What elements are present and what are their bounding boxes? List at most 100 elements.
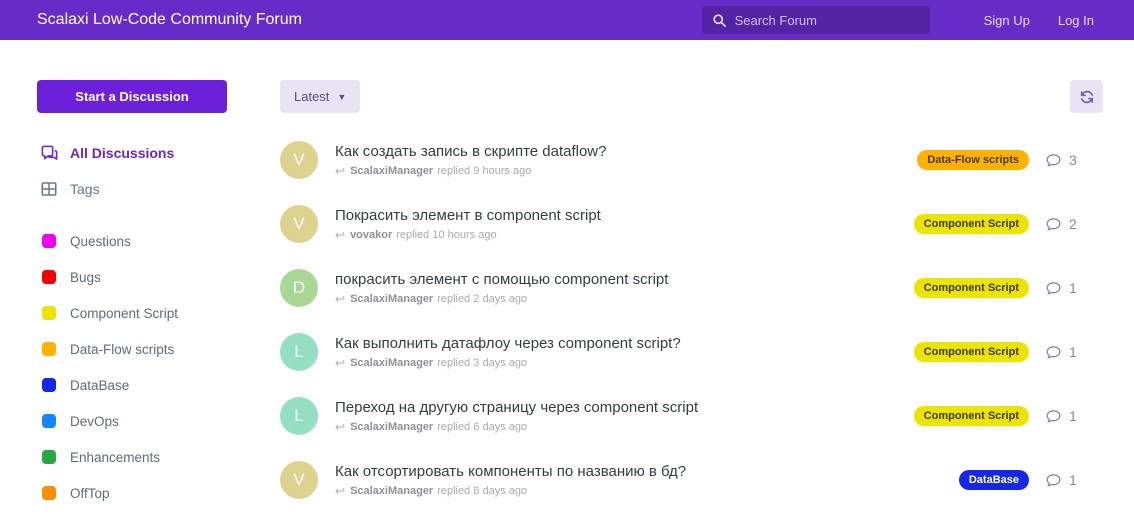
comment-count: 1 <box>1045 280 1103 297</box>
reply-icon: ↩ <box>335 484 345 498</box>
badge-column: Data-Flow scripts <box>917 150 1029 170</box>
comment-icon <box>1045 472 1062 489</box>
sidebar-tag-devops[interactable]: DevOps <box>37 403 280 439</box>
login-link[interactable]: Log In <box>1058 13 1094 28</box>
search-box[interactable] <box>702 6 930 34</box>
discussion-title[interactable]: Как отсортировать компоненты по названию… <box>335 463 959 480</box>
discussion-summary: Покрасить элемент в component script ↩ v… <box>335 207 914 242</box>
reply-icon: ↩ <box>335 420 345 434</box>
tag-color-swatch <box>42 270 56 284</box>
last-reply-author: ScalaxiManager <box>350 293 433 305</box>
last-reply-author: ScalaxiManager <box>350 421 433 433</box>
discussion-title[interactable]: Переход на другую страницу через compone… <box>335 399 914 416</box>
reply-icon: ↩ <box>335 292 345 306</box>
refresh-button[interactable] <box>1070 80 1103 113</box>
comment-icon <box>1045 408 1062 425</box>
tag-badge[interactable]: DataBase <box>959 470 1029 490</box>
search-input[interactable] <box>735 13 920 28</box>
badge-column: DataBase <box>959 470 1029 490</box>
discussion-row[interactable]: L Как выполнить датафлоу через component… <box>280 320 1103 384</box>
reply-icon: ↩ <box>335 164 345 178</box>
avatar: L <box>280 333 318 371</box>
last-reply-time: replied 2 days ago <box>437 293 527 305</box>
sidebar: Start a Discussion All Discussions <box>37 80 280 512</box>
tag-badge[interactable]: Component Script <box>914 214 1029 234</box>
last-reply-author: ScalaxiManager <box>350 165 433 177</box>
tag-color-swatch <box>42 486 56 500</box>
avatar: V <box>280 205 318 243</box>
last-reply-author: vovakor <box>350 229 392 241</box>
sidebar-item-tags[interactable]: Tags <box>37 171 280 207</box>
last-reply-time: replied 9 hours ago <box>437 165 531 177</box>
tag-color-swatch <box>42 378 56 392</box>
discussion-summary: Как выполнить датафлоу через component s… <box>335 335 914 370</box>
comment-count: 1 <box>1045 472 1103 489</box>
avatar: D <box>280 269 318 307</box>
comment-icon <box>1045 344 1062 361</box>
comment-count-value: 1 <box>1069 408 1077 424</box>
nav-label: All Discussions <box>70 145 174 161</box>
comment-count: 1 <box>1045 344 1103 361</box>
discussion-row[interactable]: V Как создать запись в скрипте dataflow?… <box>280 128 1103 192</box>
comment-count-value: 3 <box>1069 152 1077 168</box>
comment-count: 2 <box>1045 216 1103 233</box>
discussion-title[interactable]: Покрасить элемент в component script <box>335 207 914 224</box>
tag-label: OffTop <box>70 486 110 501</box>
sidebar-tag-component-script[interactable]: Component Script <box>37 295 280 331</box>
tag-label: Data-Flow scripts <box>70 342 174 357</box>
reply-icon: ↩ <box>335 356 345 370</box>
discussion-title[interactable]: Как выполнить датафлоу через component s… <box>335 335 914 352</box>
discussion-row[interactable]: L Переход на другую страницу через compo… <box>280 384 1103 448</box>
tag-color-swatch <box>42 306 56 320</box>
comment-count-value: 1 <box>1069 472 1077 488</box>
sort-dropdown[interactable]: Latest ▼ <box>280 80 360 113</box>
sidebar-tag-bugs[interactable]: Bugs <box>37 259 280 295</box>
discussion-row[interactable]: V Как отсортировать компоненты по назван… <box>280 448 1103 512</box>
last-reply-time: replied 6 days ago <box>437 421 527 433</box>
header: Scalaxi Low-Code Community Forum Sign Up… <box>0 0 1134 40</box>
badge-column: Component Script <box>914 342 1029 362</box>
tag-label: Bugs <box>70 270 101 285</box>
discussion-title[interactable]: Как создать запись в скрипте dataflow? <box>335 143 917 160</box>
tag-badge[interactable]: Data-Flow scripts <box>917 150 1029 170</box>
tag-badge[interactable]: Component Script <box>914 278 1029 298</box>
discussion-summary: Как отсортировать компоненты по названию… <box>335 463 959 498</box>
reply-icon: ↩ <box>335 228 345 242</box>
tag-label: Component Script <box>70 306 178 321</box>
sort-label: Latest <box>294 89 329 104</box>
signup-link[interactable]: Sign Up <box>984 13 1030 28</box>
discussion-meta: ↩ ScalaxiManager replied 3 days ago <box>335 356 914 370</box>
comment-icon <box>1045 216 1062 233</box>
tag-badge[interactable]: Component Script <box>914 406 1029 426</box>
badge-column: Component Script <box>914 406 1029 426</box>
sidebar-tag-questions[interactable]: Questions <box>37 223 280 259</box>
content: Start a Discussion All Discussions <box>0 40 1134 512</box>
avatar: L <box>280 397 318 435</box>
last-reply-time: replied 10 hours ago <box>396 229 496 241</box>
sidebar-tag-database[interactable]: DataBase <box>37 367 280 403</box>
grid-icon <box>39 179 59 199</box>
comment-icon <box>1045 280 1062 297</box>
sidebar-item-all-discussions[interactable]: All Discussions <box>37 135 280 171</box>
sidebar-tag-data-flow-scripts[interactable]: Data-Flow scripts <box>37 331 280 367</box>
badge-column: Component Script <box>914 214 1029 234</box>
comment-count-value: 1 <box>1069 280 1077 296</box>
tag-color-swatch <box>42 414 56 428</box>
last-reply-author: ScalaxiManager <box>350 485 433 497</box>
discussion-row[interactable]: D покрасить элемент с помощью component … <box>280 256 1103 320</box>
tag-label: Questions <box>70 234 131 249</box>
discussion-title[interactable]: покрасить элемент с помощью component sc… <box>335 271 914 288</box>
sidebar-tag-offtop[interactable]: OffTop <box>37 475 280 511</box>
discussion-list: V Как создать запись в скрипте dataflow?… <box>280 128 1103 512</box>
discussion-summary: Как создать запись в скрипте dataflow? ↩… <box>335 143 917 178</box>
avatar: V <box>280 141 318 179</box>
discussion-pane: Latest ▼ V Как создать запись в <box>280 80 1103 512</box>
discussion-meta: ↩ ScalaxiManager replied 9 hours ago <box>335 164 917 178</box>
last-reply-time: replied 3 days ago <box>437 357 527 369</box>
tag-color-swatch <box>42 342 56 356</box>
start-discussion-button[interactable]: Start a Discussion <box>37 80 227 113</box>
sidebar-tag-enhancements[interactable]: Enhancements <box>37 439 280 475</box>
discussion-row[interactable]: V Покрасить элемент в component script ↩… <box>280 192 1103 256</box>
tag-badge[interactable]: Component Script <box>914 342 1029 362</box>
tag-label: Enhancements <box>70 450 160 465</box>
